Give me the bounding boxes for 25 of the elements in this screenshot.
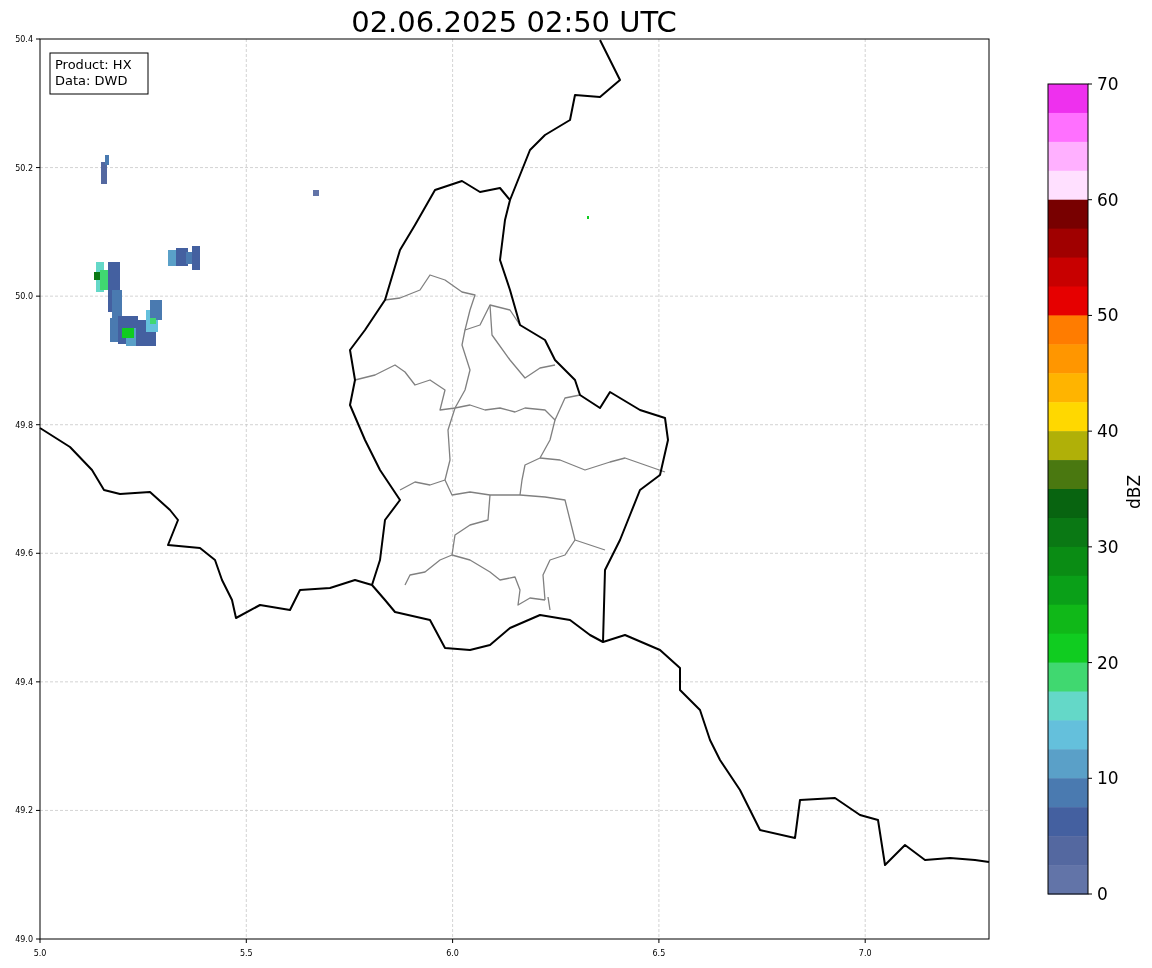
latitude-tick-label: 50.2: [15, 163, 33, 173]
info-text: Product: HX: [55, 57, 132, 72]
colorbar-tick-label: 70: [1097, 74, 1119, 94]
colorbar-tick-label: 50: [1097, 305, 1119, 326]
colorbar-tick-label: 60: [1097, 189, 1119, 210]
longitude-tick-label: 6.5: [652, 949, 666, 958]
longitude-tick-label: 7.0: [858, 949, 872, 958]
colorbar-tick-label: 30: [1097, 536, 1119, 557]
latitude-tick-label: 50.4: [15, 35, 33, 44]
latitude-tick-label: 49.2: [15, 806, 33, 816]
latitude-tick-label: 50.0: [15, 292, 33, 302]
latitude-tick-label: 49.0: [15, 935, 33, 944]
colorbar-tick-label: 0: [1097, 884, 1108, 904]
colorbar-tick-label: 40: [1097, 421, 1119, 442]
colorbar-tick-label: 10: [1097, 768, 1119, 789]
longitude-tick-label: 6.0: [446, 949, 459, 958]
latitude-tick-label: 49.8: [15, 420, 33, 430]
colorbar-tick-label: 20: [1097, 652, 1119, 673]
chart-title: 02.06.2025 02:50 UTC: [351, 5, 677, 39]
info-text: Data: DWD: [55, 73, 128, 88]
longitude-tick-label: 5.5: [239, 949, 253, 958]
colorbar-label: dBZ: [1124, 474, 1144, 510]
latitude-tick-label: 49.4: [15, 677, 33, 687]
longitude-tick-label: 5.0: [33, 949, 47, 958]
latitude-tick-label: 49.6: [15, 549, 33, 559]
